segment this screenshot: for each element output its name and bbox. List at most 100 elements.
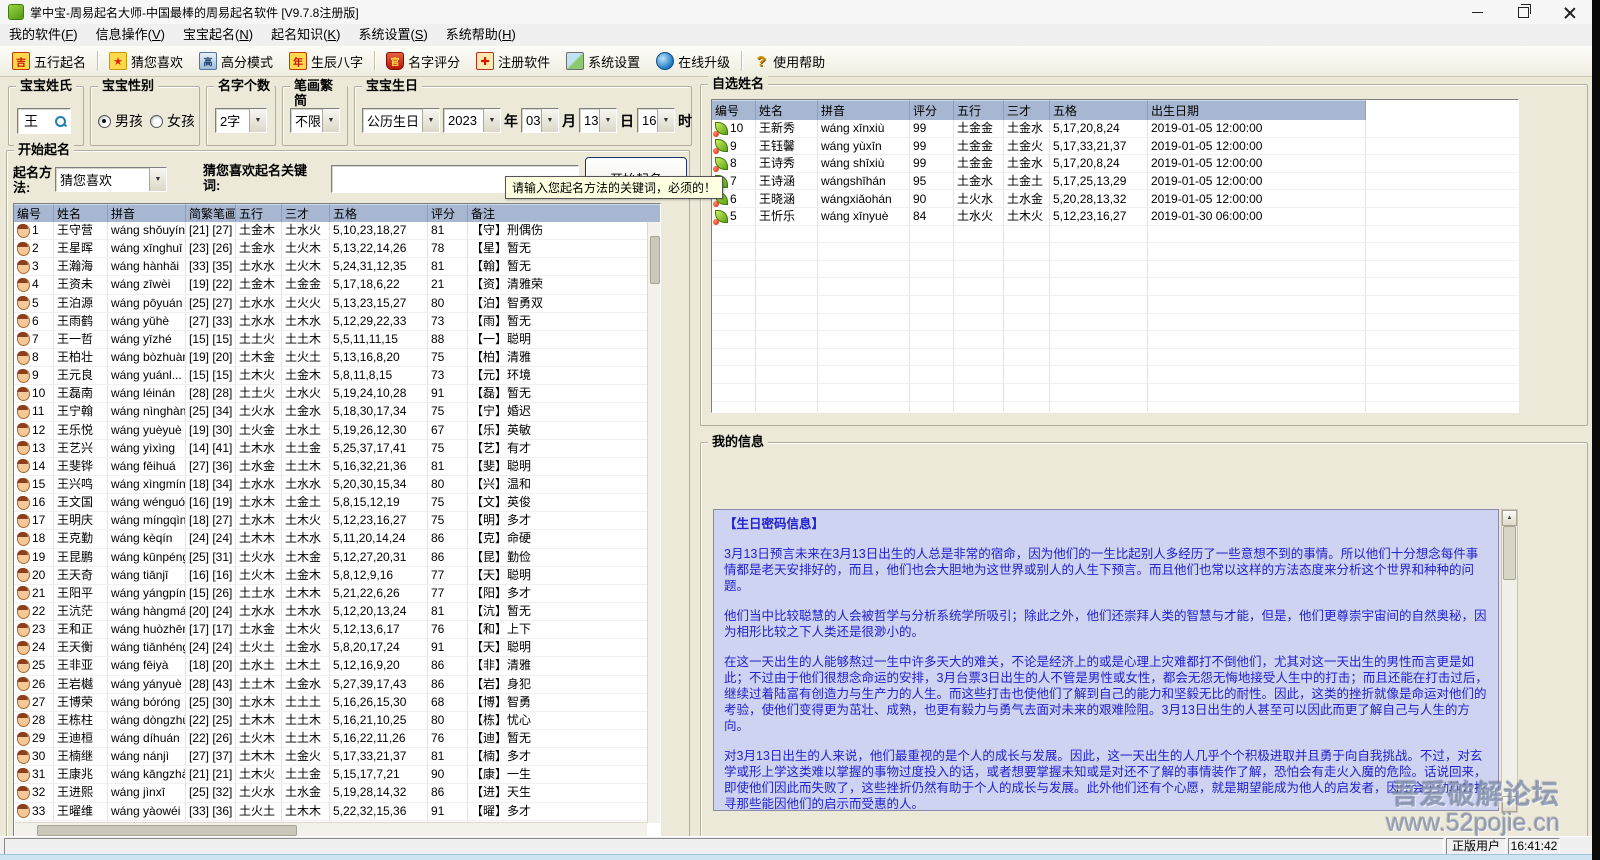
column-header[interactable]: 简繁笔画 [186, 204, 236, 222]
dropdown-arrow-icon[interactable] [541, 109, 558, 132]
column-header[interactable]: 编号 [14, 204, 54, 222]
gender-radio-girl[interactable]: 女孩 [150, 111, 194, 131]
result-table-row[interactable]: 33王曜维wáng yàowéi[33] [36]土火土土木木5,22,32,1… [14, 803, 648, 821]
column-header[interactable]: 出生日期 [1148, 100, 1366, 120]
dropdown-arrow-icon[interactable] [249, 109, 266, 132]
info-scrollbar[interactable] [1501, 509, 1518, 813]
column-header[interactable]: 备注 [468, 204, 660, 222]
scrollbar-thumb[interactable] [37, 825, 297, 836]
close-button[interactable] [1546, 0, 1592, 24]
column-header[interactable]: 五行 [954, 100, 1004, 120]
result-table-row[interactable]: 20王天奇wáng tiānjī[16] [16]土火木土金木5,8,12,9,… [14, 567, 648, 585]
result-table-row[interactable]: 28王栋柱wáng dòngzhù[22] [25]土木木土土木5,16,21,… [14, 712, 648, 730]
toolbar-button-system-settings[interactable]: 系统设置 [558, 48, 648, 75]
result-table-row[interactable]: 5王泊源wáng pōyuán[25] [27]土水水土火火5,13,23,15… [14, 295, 648, 313]
result-table-vscrollbar[interactable] [647, 222, 660, 823]
month-select[interactable]: 03 [521, 108, 559, 133]
toolbar-button-name-score[interactable]: 名字评分 [378, 48, 468, 75]
result-table-row[interactable]: 29王迪桓wáng díhuán[22] [26]土火木土土木5,16,22,1… [14, 730, 648, 748]
dropdown-arrow-icon[interactable] [322, 109, 339, 132]
result-table-row[interactable]: 25王非亚wáng fēiyà[18] [20]土水土土木土5,12,16,9,… [14, 657, 648, 675]
hour-select[interactable]: 16 [637, 108, 675, 133]
result-table-row[interactable]: 19王昆鹏wáng kūnpéng[25] [31]土火水土木金5,12,27,… [14, 549, 648, 567]
scrollbar-thumb[interactable] [650, 236, 660, 284]
result-table-row[interactable]: 32王进熙wáng jìnxī[25] [32]土火水土水金5,19,28,14… [14, 784, 648, 802]
result-table-row[interactable]: 14王斐铧wáng fěihuá[27] [36]土水金土土木5,16,32,2… [14, 458, 648, 476]
column-header[interactable]: 五格 [330, 204, 428, 222]
result-table-row[interactable]: 30王楠继wáng nánjì[27] [37]土木木土金火5,17,33,21… [14, 748, 648, 766]
menu-item-h[interactable]: 系统帮助(H) [437, 24, 525, 46]
column-header[interactable]: 评分 [428, 204, 468, 222]
selected-name-row[interactable]: 10王新秀wáng xīnxiù99土金金土金水5,17,20,8,242019… [712, 120, 1518, 138]
column-header[interactable]: 三才 [282, 204, 330, 222]
result-table-row[interactable]: 26王岩樾wáng yányuè[28] [43]土土木土金水5,27,39,1… [14, 676, 648, 694]
result-table-row[interactable]: 3王瀚海wáng hànhǎi[33] [35]土水水土火木5,24,31,12… [14, 258, 648, 276]
dropdown-arrow-icon[interactable] [422, 109, 439, 132]
dropdown-arrow-icon[interactable] [657, 109, 674, 132]
dropdown-arrow-icon[interactable] [149, 168, 166, 191]
day-select[interactable]: 13 [579, 108, 617, 133]
result-table-row[interactable]: 8王柏壮wáng bòzhuàng[19] [20]土木金土火土5,13,16,… [14, 349, 648, 367]
column-header[interactable]: 拼音 [818, 100, 910, 120]
result-table-row[interactable]: 24王天衡wáng tiānhéng[24] [24]土火土土金水5,8,20,… [14, 639, 648, 657]
column-header[interactable]: 姓名 [756, 100, 818, 120]
menu-item-f[interactable]: 我的软件(F) [0, 24, 87, 46]
result-table-row[interactable]: 7王一哲wáng yīzhé[15] [15]土土火土土木5,5,11,11,1… [14, 331, 648, 349]
search-icon[interactable] [54, 115, 67, 128]
toolbar-button-guess-you-like[interactable]: 猜您喜欢 [101, 48, 191, 75]
result-table-row[interactable]: 13王艺兴wáng yìxìng[14] [41]土木水土土金5,25,37,1… [14, 440, 648, 458]
strokes-select[interactable]: 不限 [290, 108, 340, 133]
result-table-row[interactable]: 22王沆茫wáng hàngmáng[20] [24]土水水土木水5,12,20… [14, 603, 648, 621]
menu-item-v[interactable]: 信息操作(V) [87, 24, 174, 46]
dropdown-arrow-icon[interactable] [483, 109, 500, 132]
column-header[interactable]: 三才 [1004, 100, 1050, 120]
toolbar-button-wuxing-naming[interactable]: 五行起名 [4, 48, 94, 75]
result-table-row[interactable]: 17王明庆wáng míngqìng[18] [27]土水木土木火5,12,23… [14, 512, 648, 530]
result-table-hscrollbar[interactable] [15, 822, 647, 836]
result-table-row[interactable]: 23王和正wáng huòzhēng[17] [17]土水金土木火5,12,13… [14, 621, 648, 639]
result-table-row[interactable]: 18王克勤wáng kèqín[24] [24]土木木土木水5,11,20,14… [14, 530, 648, 548]
column-header[interactable]: 评分 [910, 100, 954, 120]
minimize-button[interactable] [1454, 0, 1500, 24]
toolbar-button-help[interactable]: 使用帮助 [745, 48, 833, 75]
toolbar-button-online-upgrade[interactable]: 在线升级 [648, 48, 738, 75]
scrollbar-thumb[interactable] [1503, 526, 1516, 580]
result-table-row[interactable]: 31王康兆wáng kāngzhào[21] [21]土木火土土金5,15,17… [14, 766, 648, 784]
toolbar-button-birth-bazi[interactable]: 生辰八字 [281, 48, 371, 75]
dropdown-arrow-icon[interactable] [599, 109, 616, 132]
result-table-row[interactable]: 11王宁翰wáng nìnghàn[25] [34]土火水土金水5,18,30,… [14, 403, 648, 421]
gender-radio-boy[interactable]: 男孩 [98, 111, 142, 131]
column-header[interactable]: 五行 [236, 204, 282, 222]
scroll-down-icon[interactable] [1502, 796, 1517, 812]
selected-name-row[interactable]: 9王钰馨wáng yùxīn99土金金土金火5,17,33,21,372019-… [712, 138, 1518, 156]
name-count-select[interactable]: 2字 [215, 108, 267, 133]
result-table-row[interactable]: 6王雨鹤wáng yǔhè[27] [33]土水水土木水5,12,29,22,3… [14, 313, 648, 331]
column-header[interactable]: 五格 [1050, 100, 1148, 120]
result-table-row[interactable]: 16王文国wáng wénguó[16] [19]土水木土金土5,8,15,12… [14, 494, 648, 512]
result-table-row[interactable]: 12王乐悦wáng yuèyuè[19] [30]土火金土水土5,19,26,1… [14, 422, 648, 440]
result-table-row[interactable]: 10王磊南wáng léinán[28] [28]土土火土水火5,19,24,1… [14, 385, 648, 403]
toolbar-button-high-score-mode[interactable]: 高分模式 [191, 48, 281, 75]
scroll-up-icon[interactable] [1502, 510, 1517, 526]
result-table-row[interactable]: 21王阳平wáng yángpíng[15] [26]土土水土木木5,21,22… [14, 585, 648, 603]
result-table-row[interactable]: 4王资未wáng zīwèi[19] [22]土金木土金金5,17,18,6,2… [14, 276, 648, 294]
restore-button[interactable] [1500, 0, 1546, 24]
menu-item-k[interactable]: 起名知识(K) [262, 24, 349, 46]
method-select[interactable]: 猜您喜欢 [55, 167, 167, 192]
result-table-row[interactable]: 9王元良wáng yuánl...[15] [15]土木火土金木5,8,11,8… [14, 367, 648, 385]
column-header[interactable]: 拼音 [108, 204, 186, 222]
menu-item-n[interactable]: 宝宝起名(N) [174, 24, 262, 46]
selected-name-row[interactable]: 6王晓涵wángxiǎohán90土火水土水金5,20,28,13,322019… [712, 190, 1518, 208]
result-table-row[interactable]: 27王博荣wáng bóróng[25] [30]土水木土土土5,16,26,1… [14, 694, 648, 712]
selected-name-row[interactable]: 8王诗秀wáng shīxiù99土金金土金水5,17,20,8,242019-… [712, 155, 1518, 173]
selected-name-row[interactable]: 7王诗涵wángshīhán95土金水土金土5,17,25,13,292019-… [712, 173, 1518, 191]
toolbar-button-register-software[interactable]: 注册软件 [468, 48, 558, 75]
column-header[interactable]: 编号 [712, 100, 756, 120]
column-header[interactable]: 姓名 [54, 204, 108, 222]
result-table-row[interactable]: 15王兴鸣wáng xìngmíng[18] [34]土水水土水水5,20,30… [14, 476, 648, 494]
menu-item-s[interactable]: 系统设置(S) [349, 24, 436, 46]
surname-input[interactable]: 王 [17, 108, 71, 134]
year-select[interactable]: 2023 [443, 108, 501, 133]
selected-name-row[interactable]: 5王忻乐wáng xīnyuè84土水火土木火5,12,23,16,272019… [712, 208, 1518, 226]
result-table-row[interactable]: 2王星晖wáng xīnghuī[23] [26]土金水土火木5,13,22,1… [14, 240, 648, 258]
